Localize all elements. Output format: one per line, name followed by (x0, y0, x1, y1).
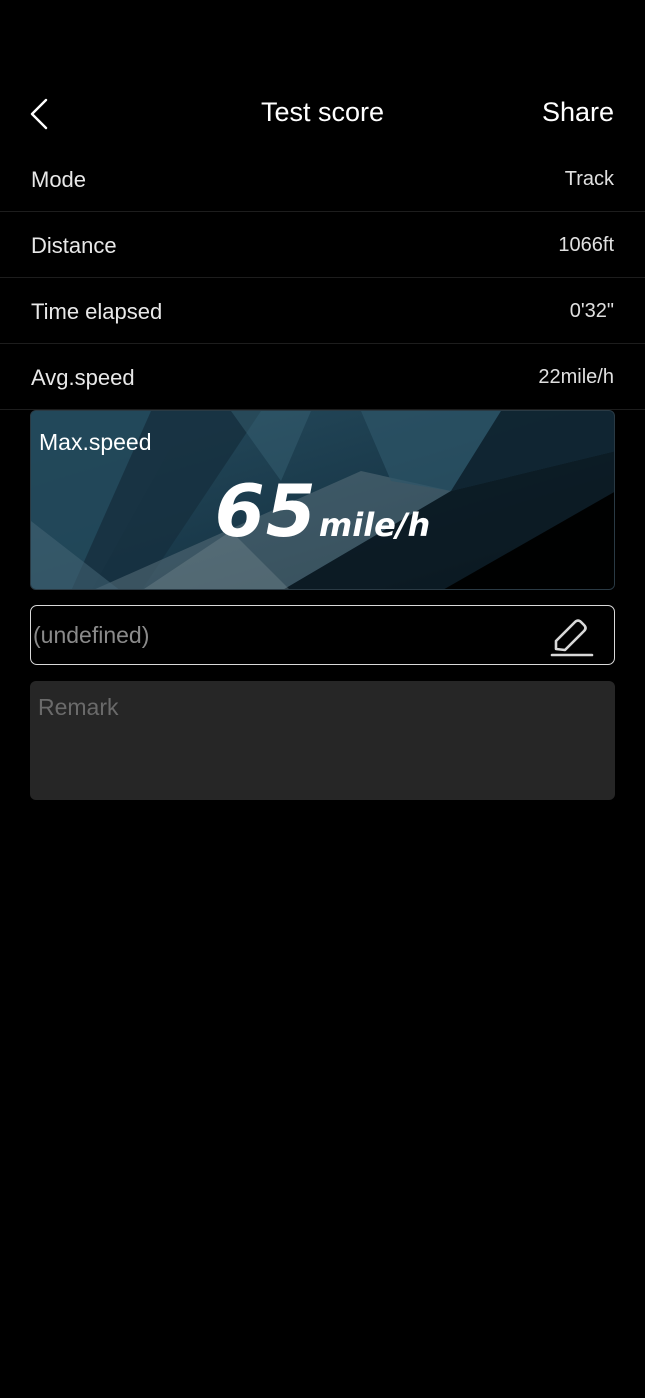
max-speed-number: 65 (214, 469, 317, 553)
pencil-icon (550, 619, 594, 657)
max-speed-card: Max.speed 65mile/h (30, 410, 615, 590)
row-label: Mode (31, 167, 87, 192)
chevron-left-icon (30, 98, 48, 130)
title-input[interactable] (33, 606, 533, 664)
row-avg-speed: Avg.speed 22mile/h (0, 344, 645, 410)
row-value: 22mile/h (538, 366, 614, 388)
max-speed-label: Max.speed (39, 429, 152, 455)
row-time-elapsed: Time elapsed 0'32" (0, 278, 645, 344)
score-details-list: Mode Track Distance 1066ft Time elapsed … (0, 146, 645, 410)
title-field (30, 605, 615, 665)
row-label: Time elapsed (31, 299, 163, 324)
row-label: Avg.speed (31, 365, 135, 390)
edit-button[interactable] (548, 614, 594, 658)
max-speed-unit: mile/h (318, 506, 431, 544)
row-value: 0'32" (569, 300, 614, 322)
back-button[interactable] (24, 96, 54, 132)
row-value: 1066ft (558, 234, 614, 256)
share-button[interactable]: Share (542, 97, 614, 128)
row-value: Track (564, 168, 614, 190)
remark-field (30, 681, 615, 800)
remark-input[interactable] (30, 681, 615, 800)
row-label: Distance (31, 233, 117, 258)
test-score-screen: Test score Share Mode Track Distance 106… (0, 0, 645, 1398)
row-distance: Distance 1066ft (0, 212, 645, 278)
nav-bar: Test score Share (0, 80, 645, 146)
row-mode: Mode Track (0, 146, 645, 212)
max-speed-value: 65mile/h (31, 469, 614, 553)
